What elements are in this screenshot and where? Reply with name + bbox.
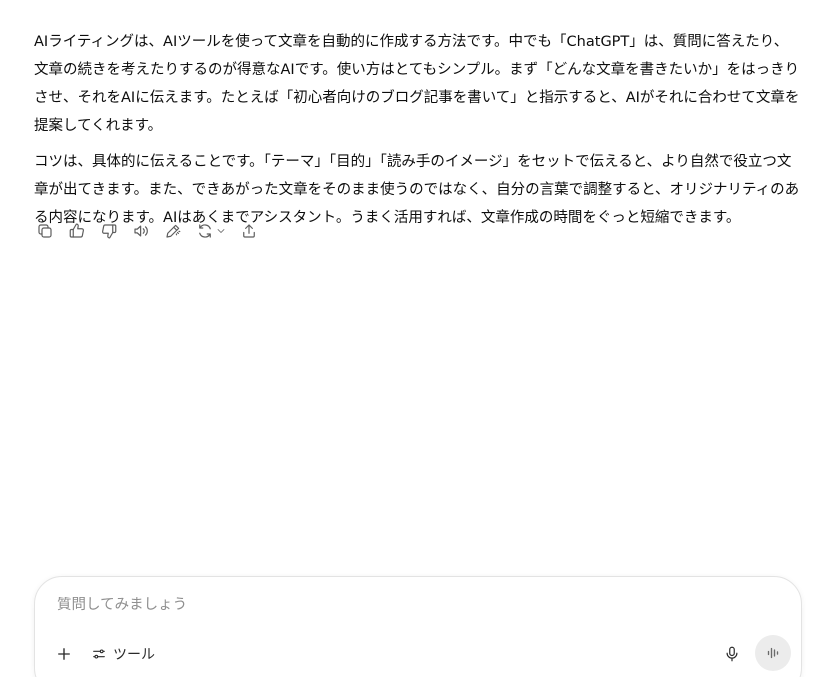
chevron-down-icon xyxy=(217,229,224,233)
copy-button[interactable] xyxy=(34,220,56,242)
thumbs-up-icon xyxy=(69,223,84,238)
assistant-message: AIライティングは、AIツールを使って文章を自動的に作成する方法です。中でも「C… xyxy=(34,28,802,240)
regenerate-icon xyxy=(198,224,211,238)
message-paragraph-1: AIライティングは、AIツールを使って文章を自動的に作成する方法です。中でも「C… xyxy=(34,34,800,134)
copy-icon xyxy=(38,224,52,238)
bad-response-button[interactable] xyxy=(98,220,120,242)
read-aloud-button[interactable] xyxy=(130,220,152,242)
prompt-input[interactable] xyxy=(57,597,757,613)
voice-waveform-icon xyxy=(767,647,779,659)
plus-icon xyxy=(58,648,70,660)
tools-button[interactable]: ツール xyxy=(91,643,155,665)
regenerate-button[interactable] xyxy=(194,220,228,242)
message-actions xyxy=(34,220,270,242)
edit-icon xyxy=(166,224,181,238)
tools-label: ツール xyxy=(113,647,155,663)
chat-page: AIライティングは、AIツールを使って文章を自動的に作成する方法です。中でも「C… xyxy=(0,0,820,677)
message-composer: ツール xyxy=(34,576,802,677)
sliders-icon xyxy=(93,649,105,659)
voice-mode-button[interactable] xyxy=(755,635,791,671)
read-aloud-icon xyxy=(134,225,148,237)
microphone-icon xyxy=(726,646,738,662)
good-response-button[interactable] xyxy=(66,220,88,242)
edit-button[interactable] xyxy=(162,220,184,242)
share-icon xyxy=(243,224,255,238)
thumbs-down-icon xyxy=(102,224,117,239)
share-button[interactable] xyxy=(238,220,260,242)
add-attachment-button[interactable] xyxy=(53,643,75,665)
dictate-button[interactable] xyxy=(721,643,743,665)
